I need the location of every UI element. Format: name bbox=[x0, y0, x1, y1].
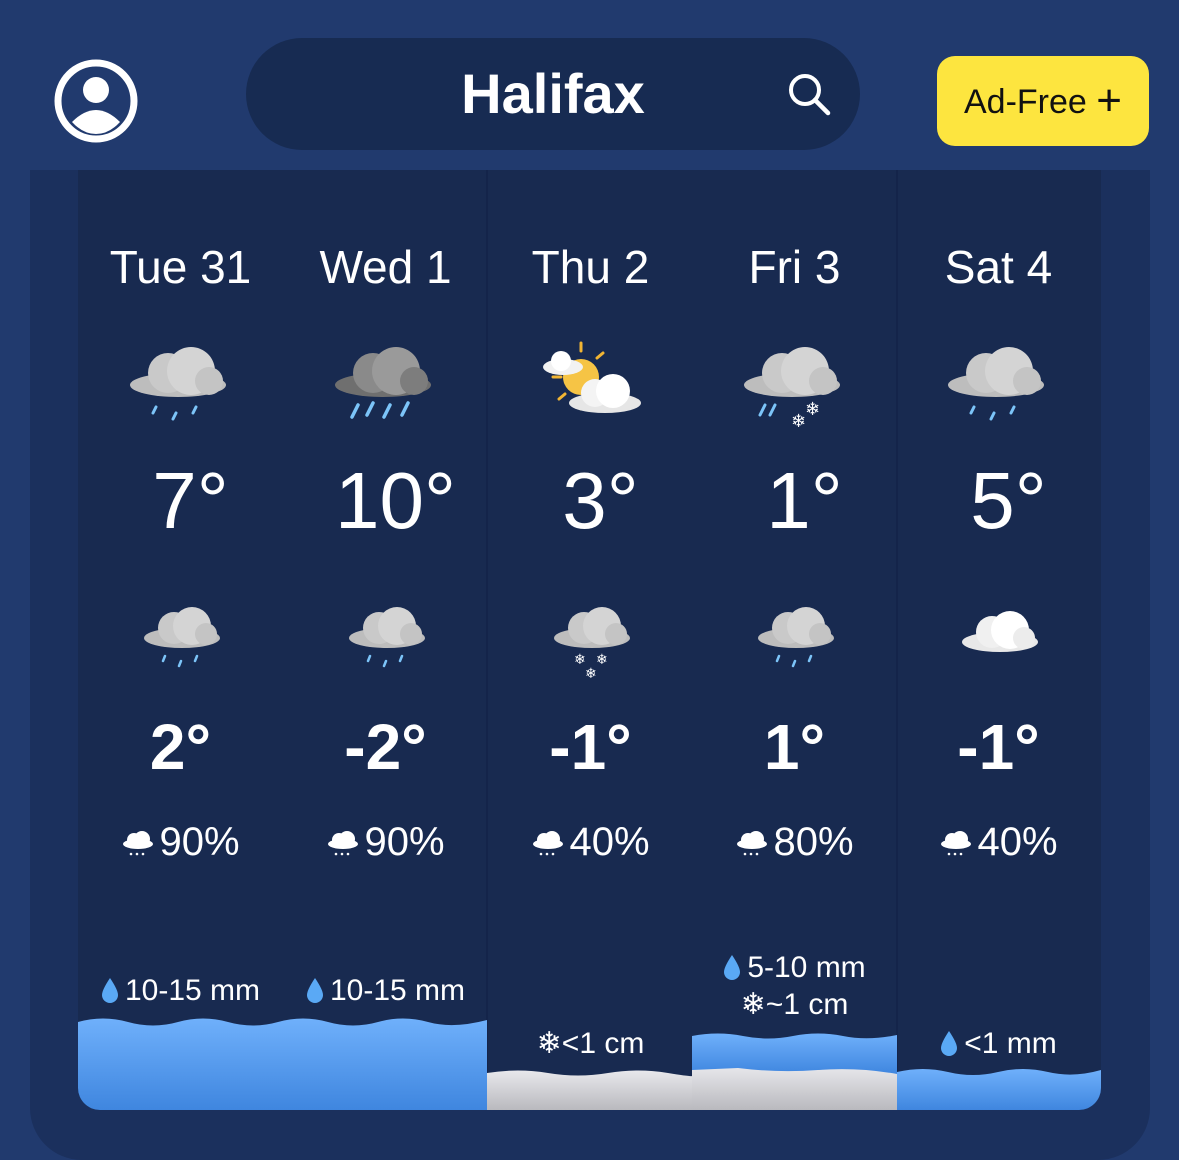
rain-cloud-icon bbox=[144, 607, 220, 668]
raindrop-icon bbox=[101, 978, 118, 1003]
snowflake-icon: ❄ bbox=[740, 988, 766, 1021]
precip-probability: 40% bbox=[488, 820, 693, 865]
low-temperature: 2° bbox=[149, 711, 212, 783]
rain-cloud-icon bbox=[349, 607, 425, 668]
precip-cloud-icon bbox=[328, 831, 359, 856]
day-column-tue[interactable]: Tue 31 7° 2° 90% 10-15 mm bbox=[78, 170, 283, 1110]
precip-amount: 10-15 mm bbox=[283, 972, 488, 1010]
day-label: Tue 31 bbox=[109, 241, 252, 293]
plus-icon: + bbox=[1096, 76, 1122, 125]
day-label: Wed 1 bbox=[319, 241, 452, 293]
high-temperature: 10° bbox=[335, 456, 456, 545]
low-temperature: -1° bbox=[549, 711, 632, 783]
ad-free-button[interactable]: Ad-Free + bbox=[937, 56, 1149, 146]
low-temperature: -2° bbox=[344, 711, 427, 783]
snowflake-icon: ❄ bbox=[536, 1027, 562, 1060]
svg-text:❄: ❄ bbox=[805, 399, 820, 420]
precip-cloud-icon bbox=[737, 831, 768, 856]
heavy-rain-cloud-icon bbox=[335, 347, 431, 419]
snow-amount: ❄~1 cm bbox=[740, 988, 849, 1021]
location-search-bar[interactable]: Halifax bbox=[246, 38, 860, 150]
precip-amount: 5-10 mm bbox=[692, 949, 897, 987]
raindrop-icon bbox=[724, 955, 741, 980]
svg-text:❄: ❄ bbox=[585, 666, 597, 680]
day-label: Sat 4 bbox=[944, 241, 1053, 293]
rain-cloud-icon bbox=[130, 347, 226, 421]
profile-icon[interactable] bbox=[53, 58, 139, 144]
top-bar: Halifax Ad-Free + bbox=[0, 0, 1179, 170]
precip-cloud-icon bbox=[533, 831, 564, 856]
day-label: Thu 2 bbox=[531, 241, 650, 293]
precip-cloud-icon bbox=[941, 831, 972, 856]
svg-text:❄: ❄ bbox=[574, 652, 586, 668]
low-temperature: -1° bbox=[957, 711, 1040, 783]
sun-cloud-icon bbox=[543, 341, 641, 413]
day-column-fri[interactable]: Fri 3 ❄ ❄ 1° 1° 80% 5-10 mm ❄~1 cm bbox=[692, 170, 897, 1110]
raindrop-icon bbox=[941, 1031, 958, 1056]
daily-forecast-card[interactable]: Tue 31 7° 2° 90% 10-15 mm Wed 1 10° -2° … bbox=[78, 170, 1101, 1110]
day-label: Fri 3 bbox=[748, 241, 841, 293]
precip-cloud-icon bbox=[123, 831, 154, 856]
precip-probability: 90% bbox=[78, 820, 283, 865]
svg-text:❄: ❄ bbox=[596, 652, 608, 668]
precip-amount: <1 mm bbox=[896, 1025, 1101, 1063]
day-column-sat[interactable]: Sat 4 5° -1° 40% <1 mm bbox=[896, 170, 1101, 1110]
cloud-icon bbox=[962, 611, 1038, 652]
precip-probability: 80% bbox=[692, 820, 897, 865]
day-column-thu[interactable]: Thu 2 3° ❄ ❄ ❄ -1° 40% ❄<1 cm bbox=[488, 170, 693, 1110]
rain-cloud-icon bbox=[948, 347, 1044, 421]
high-temperature: 1° bbox=[766, 456, 843, 545]
high-temperature: 5° bbox=[970, 456, 1047, 545]
snow-amount: ❄<1 cm bbox=[536, 1027, 645, 1060]
svg-text:❄: ❄ bbox=[791, 411, 806, 432]
ad-free-label: Ad-Free bbox=[964, 83, 1087, 121]
search-icon[interactable] bbox=[786, 71, 832, 117]
city-name[interactable]: Halifax bbox=[246, 38, 860, 150]
raindrop-icon bbox=[306, 978, 323, 1003]
day-column-wed[interactable]: Wed 1 10° -2° 90% 10-15 mm bbox=[283, 170, 488, 1110]
precip-probability: 40% bbox=[896, 820, 1101, 865]
high-temperature: 7° bbox=[152, 456, 229, 545]
precip-amount: 10-15 mm bbox=[78, 972, 283, 1010]
precip-probability: 90% bbox=[283, 820, 488, 865]
rain-snow-cloud-icon: ❄ ❄ bbox=[744, 347, 840, 432]
high-temperature: 3° bbox=[562, 456, 639, 545]
low-temperature: 1° bbox=[763, 711, 826, 783]
snow-cloud-icon: ❄ ❄ ❄ bbox=[554, 607, 630, 680]
rain-cloud-icon bbox=[758, 607, 834, 668]
